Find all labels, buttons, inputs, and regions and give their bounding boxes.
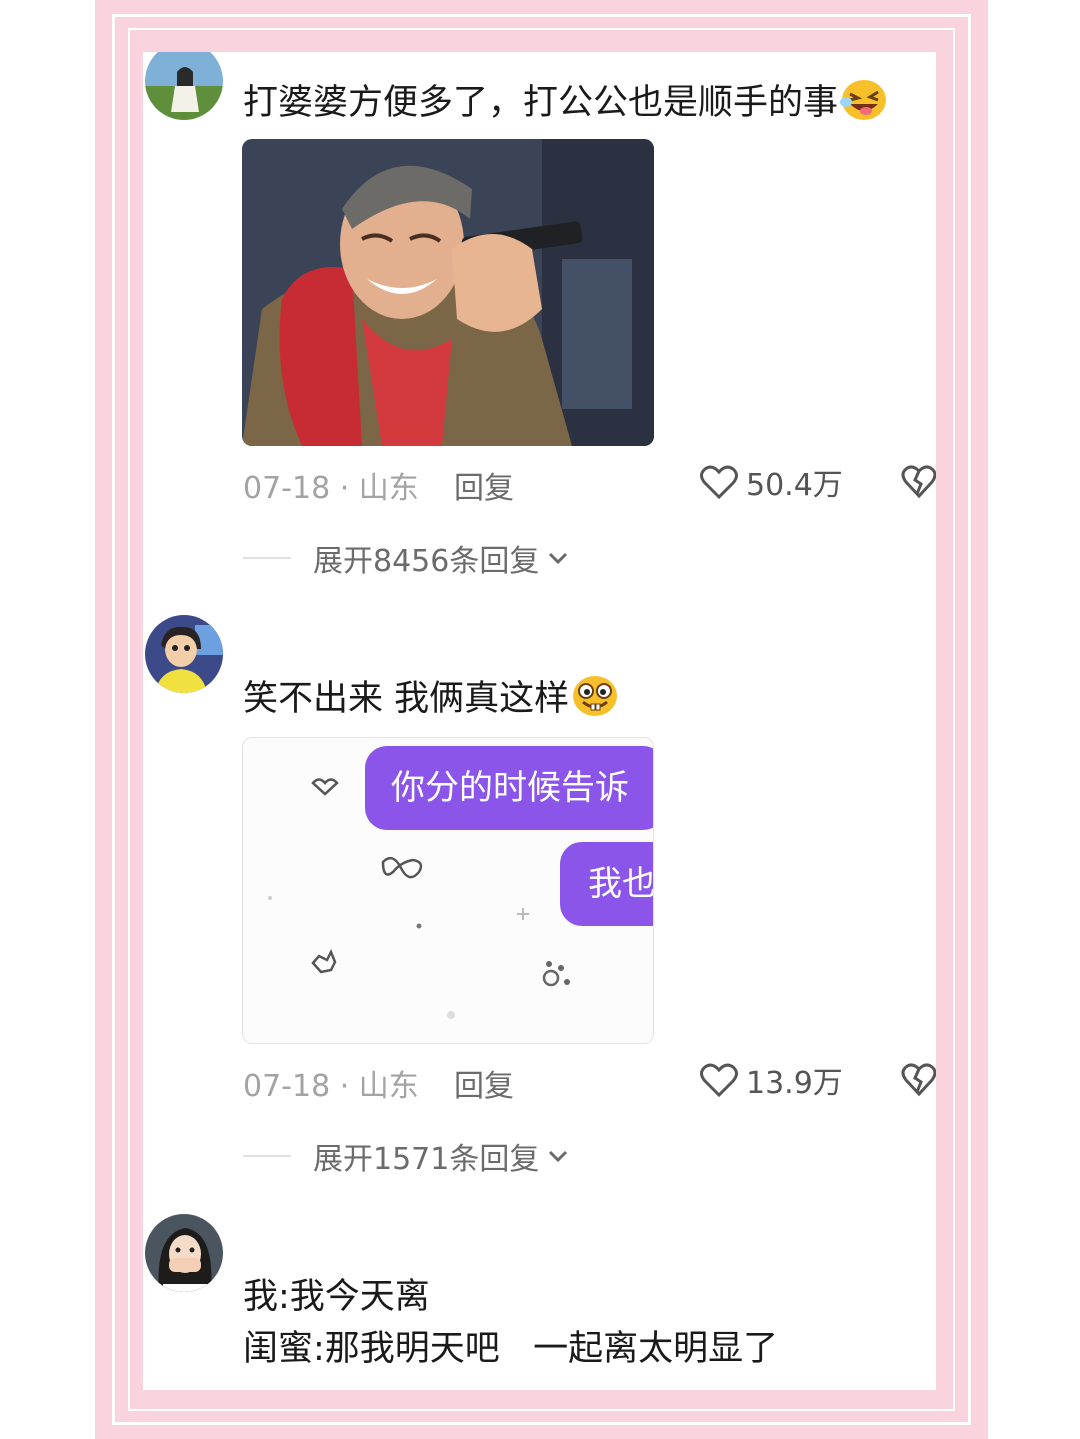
avatar[interactable] bbox=[145, 615, 223, 693]
expand-replies-button[interactable]: 展开8456条回复 bbox=[243, 536, 571, 580]
avatar-photo bbox=[145, 1214, 223, 1292]
chevron-down-icon bbox=[549, 552, 568, 565]
avatar-photo bbox=[145, 52, 223, 120]
chat-bubble: 你分的时候告诉 bbox=[365, 746, 653, 830]
avatar-photo bbox=[145, 615, 223, 693]
comment-list: 打婆婆方便多了，打公公也是顺手的事 07-18 · 山东 回复 50.4万 展开… bbox=[143, 52, 936, 1390]
avatar[interactable] bbox=[145, 1214, 223, 1292]
grinning-squint-tongue-icon bbox=[840, 80, 887, 120]
expand-replies-label: 展开1571条回复 bbox=[313, 1142, 540, 1177]
laughing-man-image bbox=[242, 139, 654, 446]
chevron-down-icon bbox=[549, 1150, 568, 1163]
expand-replies-button[interactable]: 展开1571条回复 bbox=[243, 1134, 571, 1178]
broken-heart-icon[interactable] bbox=[901, 1062, 936, 1098]
buck-teeth-grin-icon bbox=[573, 676, 618, 716]
meme-image[interactable] bbox=[242, 139, 654, 446]
like-count: 50.4万 bbox=[746, 468, 843, 503]
like-button[interactable]: 50.4万 bbox=[700, 460, 843, 504]
heart-icon bbox=[700, 1063, 738, 1098]
heart-icon bbox=[700, 465, 738, 500]
comment-date-location: 07-18 · 山东 bbox=[243, 1069, 419, 1104]
divider-dash bbox=[243, 557, 291, 559]
like-count: 13.9万 bbox=[746, 1066, 843, 1101]
chat-bubble: 我也 bbox=[560, 842, 653, 926]
comment-text: 打婆婆方便多了，打公公也是顺手的事 bbox=[243, 78, 888, 126]
expand-replies-label: 展开8456条回复 bbox=[313, 544, 540, 579]
comment-text-line: 我:我今天离 bbox=[243, 1277, 430, 1317]
avatar[interactable] bbox=[145, 52, 223, 120]
divider-dash bbox=[243, 1155, 291, 1157]
like-button[interactable]: 13.9万 bbox=[700, 1058, 843, 1102]
comment-text: 笑不出来 我俩真这样 bbox=[243, 674, 619, 722]
chat-screenshot-image[interactable]: 你分的时候告诉 我也 bbox=[242, 737, 654, 1044]
comment-date-location: 07-18 · 山东 bbox=[243, 471, 419, 506]
reply-button[interactable]: 回复 bbox=[454, 463, 514, 507]
broken-heart-icon[interactable] bbox=[901, 464, 936, 500]
comment-text-line: 闺蜜:那我明天吧 一起离太明显了 bbox=[243, 1329, 779, 1369]
reply-button[interactable]: 回复 bbox=[454, 1061, 514, 1105]
